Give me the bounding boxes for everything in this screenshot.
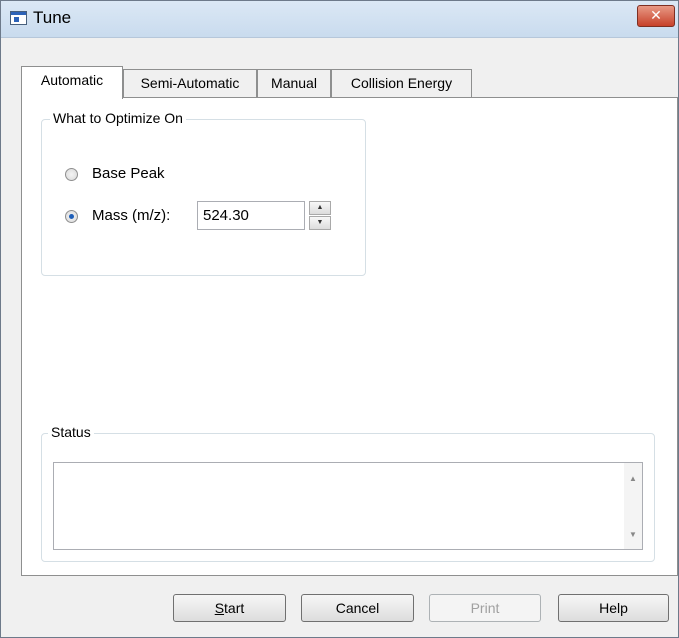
arrow-up-icon: ▲: [316, 204, 324, 211]
tab-label: Semi-Automatic: [140, 75, 240, 91]
tab-label: Collision Energy: [350, 75, 453, 91]
start-label: tart: [224, 600, 245, 616]
base-peak-label: Base Peak: [92, 165, 165, 182]
scroll-up-arrow-icon[interactable]: ▲: [624, 471, 642, 487]
close-icon: ✕: [650, 8, 662, 24]
title-bar[interactable]: Tune ✕: [1, 1, 678, 38]
status-scrollbar[interactable]: ▲ ▼: [624, 463, 642, 549]
spin-down-button[interactable]: ▼: [309, 216, 331, 230]
scroll-down-arrow-icon[interactable]: ▼: [624, 527, 642, 543]
optimize-group: What to Optimize On: [41, 110, 366, 276]
cancel-label: Cancel: [335, 600, 380, 616]
app-icon: [10, 11, 27, 25]
print-button[interactable]: Print: [429, 594, 541, 622]
tab-collision-energy[interactable]: Collision Energy: [331, 69, 472, 97]
arrow-down-icon: ▼: [316, 219, 324, 226]
tune-dialog: Tune ✕ Automatic Semi-Automatic Manual C…: [0, 0, 679, 638]
optimize-group-label: What to Optimize On: [50, 110, 186, 126]
mass-label: Mass (m/z):: [92, 207, 171, 224]
spin-up-button[interactable]: ▲: [309, 201, 331, 215]
close-button[interactable]: ✕: [637, 5, 675, 27]
mass-radio[interactable]: [65, 210, 78, 223]
tab-automatic[interactable]: Automatic: [21, 66, 123, 99]
tab-label: Manual: [271, 75, 317, 91]
start-accelerator: S: [214, 600, 225, 616]
tab-label: Automatic: [40, 72, 104, 88]
mass-input[interactable]: 524.30: [197, 201, 305, 230]
tab-manual[interactable]: Manual: [257, 69, 331, 97]
mass-spinner[interactable]: ▲ ▼: [309, 201, 331, 230]
status-group-label: Status: [48, 424, 94, 440]
cancel-button[interactable]: Cancel: [301, 594, 414, 622]
help-label: Help: [599, 600, 628, 616]
tab-semi-automatic[interactable]: Semi-Automatic: [123, 69, 257, 97]
status-textbox[interactable]: ▲ ▼: [53, 462, 643, 550]
base-peak-radio[interactable]: [65, 168, 78, 181]
print-label: Print: [470, 600, 500, 616]
window-title: Tune: [33, 8, 72, 27]
help-button[interactable]: Help: [558, 594, 669, 622]
start-button[interactable]: Start: [173, 594, 286, 622]
